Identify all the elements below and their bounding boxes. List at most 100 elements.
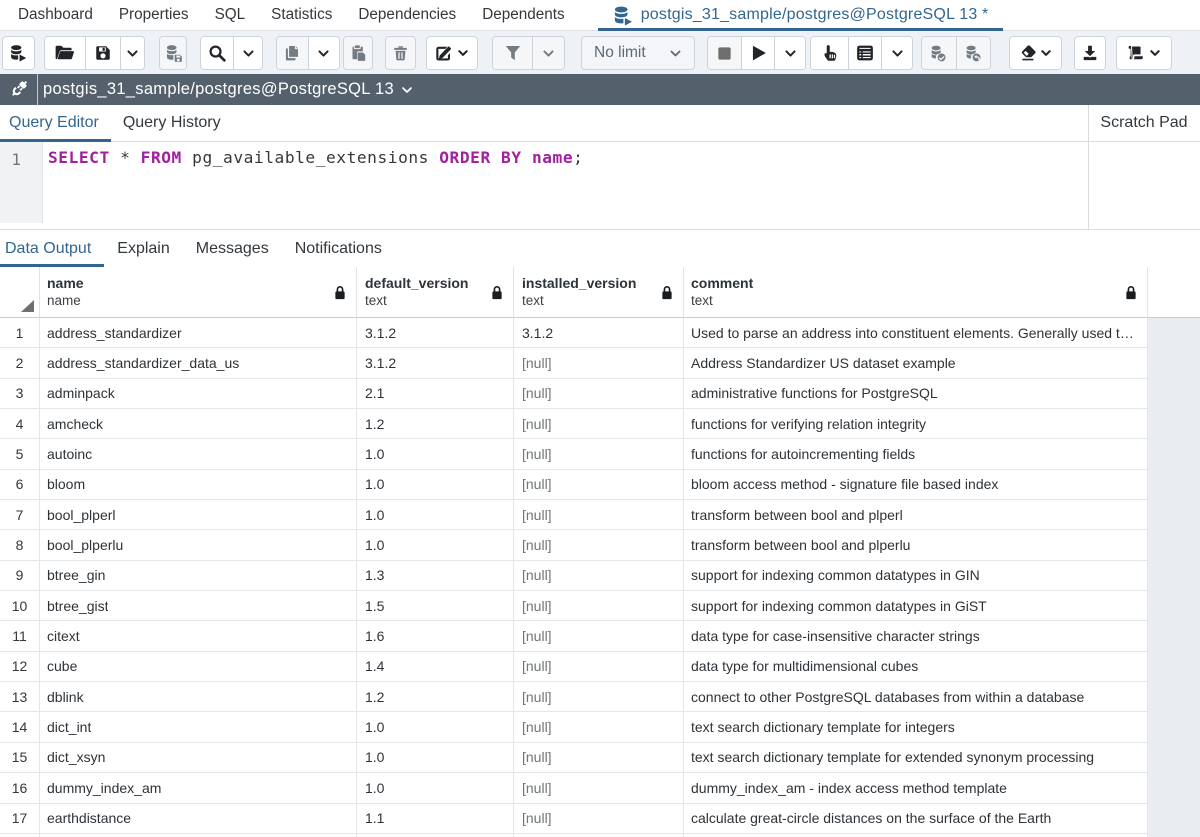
cell-name[interactable]: bool_plperlu (40, 530, 357, 561)
query-tool-button[interactable] (3, 37, 34, 69)
row-limit-select[interactable]: No limit (581, 36, 695, 70)
explain-analyze-button[interactable] (848, 37, 881, 69)
row-number-cell[interactable]: 4 (0, 409, 40, 440)
row-number-cell[interactable]: 8 (0, 530, 40, 561)
cell-default-version[interactable]: 1.0 (357, 439, 514, 470)
cell-default-version[interactable]: 1.0 (357, 469, 514, 501)
tab-messages[interactable]: Messages (183, 230, 282, 267)
cell-installed-version[interactable]: [null] (514, 712, 684, 743)
cell-comment[interactable]: Used to parse an address into constituen… (684, 318, 1148, 349)
cell-comment[interactable]: dummy_index_am - index access method tem… (684, 773, 1148, 804)
cell-default-version[interactable]: 1.3 (357, 560, 514, 592)
row-number-cell[interactable]: 2 (0, 348, 40, 379)
scratch-pad-splitter[interactable] (1088, 105, 1089, 230)
cell-name[interactable]: autoinc (40, 439, 357, 470)
tab-dependents[interactable]: Dependents (469, 0, 578, 30)
cell-comment[interactable]: connect to other PostgreSQL databases fr… (684, 682, 1148, 713)
open-file-button[interactable] (45, 37, 85, 69)
tab-query-editor[interactable]: Query Editor (0, 105, 111, 142)
clear-button[interactable] (1010, 37, 1061, 69)
cell-name[interactable]: btree_gin (40, 560, 357, 592)
cell-installed-version[interactable]: [null] (514, 591, 684, 622)
cell-comment[interactable]: data type for case-insensitive character… (684, 621, 1148, 652)
cell-default-version[interactable]: 1.2 (357, 682, 514, 713)
cell-comment[interactable]: calculate great-circle distances on the … (684, 803, 1148, 834)
cell-installed-version[interactable]: [null] (514, 773, 684, 804)
sql-editor[interactable]: 1 SELECT * FROM pg_available_extensions … (0, 142, 1088, 229)
cell-comment[interactable]: functions for autoincrementing fields (684, 439, 1148, 470)
save-data-changes-button[interactable] (160, 37, 186, 69)
row-number-cell[interactable]: 3 (0, 378, 40, 410)
cell-name[interactable]: amcheck (40, 409, 357, 440)
tab-sql[interactable]: SQL (202, 0, 259, 30)
cell-installed-version[interactable]: [null] (514, 682, 684, 713)
row-number-cell[interactable]: 17 (0, 803, 40, 834)
cell-name[interactable]: btree_gist (40, 591, 357, 622)
tab-data-output[interactable]: Data Output (0, 230, 105, 267)
cell-default-version[interactable]: 3.1.2 (357, 348, 514, 379)
explain-options-button[interactable] (881, 37, 912, 69)
filter-button[interactable] (493, 37, 532, 69)
cell-name[interactable]: earthdistance (40, 803, 357, 834)
cell-installed-version[interactable]: [null] (514, 500, 684, 531)
tab-dashboard[interactable]: Dashboard (5, 0, 106, 30)
cell-default-version[interactable]: 1.0 (357, 712, 514, 743)
row-number-cell[interactable]: 15 (0, 742, 40, 774)
cell-default-version[interactable]: 1.0 (357, 500, 514, 531)
row-number-cell[interactable]: 16 (0, 773, 40, 804)
cell-installed-version[interactable]: [null] (514, 530, 684, 561)
tab-properties[interactable]: Properties (106, 0, 202, 30)
column-header-name[interactable]: name name (40, 267, 357, 318)
cell-name[interactable]: address_standardizer (40, 318, 357, 349)
cell-comment[interactable]: data type for multidimensional cubes (684, 651, 1148, 683)
find-button[interactable] (201, 37, 233, 69)
cell-installed-version[interactable]: [null] (514, 378, 684, 410)
tab-statistics[interactable]: Statistics (258, 0, 345, 30)
connection-chevron-icon[interactable] (400, 83, 414, 97)
execute-button[interactable] (741, 37, 774, 69)
copy-button[interactable] (277, 37, 308, 69)
cell-name[interactable]: bloom (40, 469, 357, 501)
save-file-button[interactable] (85, 37, 120, 69)
cell-default-version[interactable]: 1.0 (357, 773, 514, 804)
row-number-cell[interactable]: 13 (0, 682, 40, 713)
cell-default-version[interactable]: 1.4 (357, 651, 514, 683)
row-number-cell[interactable]: 1 (0, 318, 40, 349)
tab-explain[interactable]: Explain (104, 230, 182, 267)
cell-comment[interactable]: support for indexing common datatypes in… (684, 560, 1148, 592)
cell-name[interactable]: citext (40, 621, 357, 652)
explain-button[interactable] (811, 37, 848, 69)
cell-comment[interactable]: text search dictionary template for inte… (684, 712, 1148, 743)
cell-comment[interactable]: functions for verifying relation integri… (684, 409, 1148, 440)
row-number-cell[interactable]: 5 (0, 439, 40, 470)
cell-comment[interactable]: support for indexing common datatypes in… (684, 591, 1148, 622)
cell-comment[interactable]: administrative functions for PostgreSQL (684, 378, 1148, 410)
cell-default-version[interactable]: 3.1.2 (357, 318, 514, 349)
tab-dependencies[interactable]: Dependencies (345, 0, 469, 30)
cell-comment[interactable]: bloom access method - signature file bas… (684, 469, 1148, 501)
cell-installed-version[interactable]: [null] (514, 439, 684, 470)
row-number-cell[interactable]: 12 (0, 651, 40, 683)
cell-name[interactable]: bool_plperl (40, 500, 357, 531)
paste-button[interactable] (344, 37, 372, 69)
cancel-query-button[interactable] (708, 37, 741, 69)
row-number-cell[interactable]: 6 (0, 469, 40, 501)
cell-name[interactable]: address_standardizer_data_us (40, 348, 357, 379)
column-header-comment[interactable]: comment text (684, 267, 1148, 318)
edit-menu-button[interactable] (427, 37, 477, 69)
sql-code-line[interactable]: SELECT * FROM pg_available_extensions OR… (48, 148, 583, 167)
cell-name[interactable]: dict_xsyn (40, 742, 357, 774)
cell-default-version[interactable]: 1.0 (357, 530, 514, 561)
tab-notifications[interactable]: Notifications (282, 230, 395, 267)
connection-title[interactable]: postgis_31_sample/postgres@PostgreSQL 13 (43, 80, 394, 99)
cell-name[interactable]: dict_int (40, 712, 357, 743)
commit-button[interactable] (922, 37, 956, 69)
cell-default-version[interactable]: 1.6 (357, 621, 514, 652)
column-header-default-version[interactable]: default_version text (357, 267, 514, 318)
row-number-cell[interactable]: 7 (0, 500, 40, 531)
cell-name[interactable]: cube (40, 651, 357, 683)
tab-query-history[interactable]: Query History (111, 105, 233, 141)
execute-options-button[interactable] (774, 37, 805, 69)
cell-installed-version[interactable]: [null] (514, 742, 684, 774)
cell-name[interactable]: dummy_index_am (40, 773, 357, 804)
